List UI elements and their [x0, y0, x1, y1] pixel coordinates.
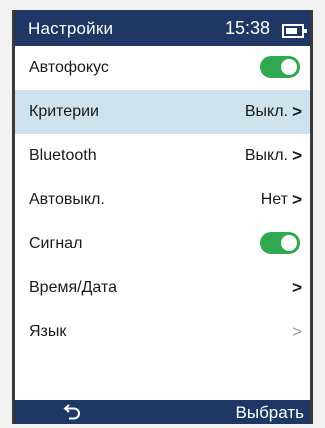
- toggle-knob: [281, 235, 297, 251]
- back-arrow-icon[interactable]: [63, 401, 83, 423]
- chevron-right-icon: >: [292, 322, 302, 341]
- setting-label: Bluetooth: [29, 147, 97, 164]
- device-bezel: Настройки 15:38 Автофокус Критерии Выкл.…: [0, 0, 325, 428]
- setting-row-autofocus[interactable]: Автофокус: [15, 46, 310, 90]
- softkey-bar: Выбрать: [15, 400, 310, 424]
- setting-label: Время/Дата: [29, 279, 118, 296]
- setting-row-signal[interactable]: Сигнал: [15, 222, 310, 266]
- battery-icon: [282, 24, 307, 38]
- autofocus-toggle[interactable]: [260, 56, 300, 78]
- clock-time: 15:38: [225, 18, 271, 38]
- setting-label: Критерии: [29, 103, 99, 120]
- chevron-right-icon: >: [292, 146, 302, 165]
- chevron-right-icon: >: [292, 278, 302, 297]
- status-bar: Настройки 15:38: [15, 10, 310, 46]
- chevron-right-icon: >: [292, 190, 302, 209]
- settings-list: Автофокус Критерии Выкл. > Bluetooth Вык…: [15, 46, 310, 354]
- setting-label: Автовыкл.: [29, 191, 105, 208]
- toggle-knob: [281, 59, 297, 75]
- setting-label: Язык: [29, 323, 67, 340]
- setting-value: Выкл.: [244, 103, 288, 120]
- setting-row-bluetooth[interactable]: Bluetooth Выкл. >: [15, 134, 310, 178]
- device-screen: Настройки 15:38 Автофокус Критерии Выкл.…: [12, 10, 313, 424]
- setting-row-time-date[interactable]: Время/Дата >: [15, 266, 310, 310]
- select-softkey[interactable]: Выбрать: [236, 403, 304, 423]
- chevron-right-icon: >: [292, 102, 302, 121]
- screen-title: Настройки: [28, 19, 114, 38]
- setting-value: Выкл.: [244, 147, 288, 164]
- setting-row-criteria[interactable]: Критерии Выкл. >: [15, 90, 310, 134]
- signal-toggle[interactable]: [260, 232, 300, 254]
- battery-level-fill: [286, 28, 297, 34]
- setting-row-auto-off[interactable]: Автовыкл. Нет >: [15, 178, 310, 222]
- setting-value: Нет: [260, 191, 288, 208]
- setting-label: Автофокус: [29, 59, 109, 76]
- setting-label: Сигнал: [29, 235, 83, 252]
- setting-row-language[interactable]: Язык >: [15, 310, 310, 354]
